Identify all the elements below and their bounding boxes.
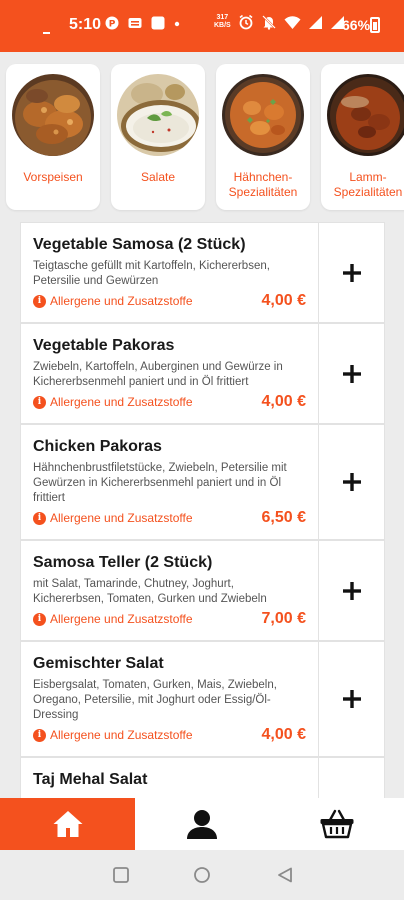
add-to-cart-button[interactable] [318,324,384,423]
allergen-info-link[interactable]: i Allergene und Zusatzstoffe [33,612,193,626]
network-speed: 317 KB/S [214,14,231,29]
menu-item: Taj Mehal Salat [20,757,385,800]
item-name: Vegetable Pakoras [33,337,175,354]
category-card-haehnchen[interactable]: Hähnchen-Spezialitäten [216,64,310,210]
plus-icon [342,473,361,491]
item-name: Gemischter Salat [33,655,164,672]
bottom-navigation [0,798,404,850]
plus-icon [342,263,361,282]
category-label: Hähnchen-Spezialitäten [228,170,298,199]
menu-item: Samosa Teller (2 Stück) mit Salat, Tamar… [20,540,385,641]
recent-apps-button[interactable] [112,866,130,884]
category-card-salate[interactable]: Salate [111,64,205,210]
item-name: Taj Mehal Salat [33,771,148,788]
nav-tab-cart[interactable] [269,798,404,850]
menu-item: Chicken Pakoras Hähnchenbrustfiletstücke… [20,424,385,540]
category-label: Salate [140,170,176,184]
home-icon [53,811,82,837]
user-icon [187,810,217,839]
status-bar: 5:10 P 317 KB/S 66% [0,0,404,52]
info-icon: i [33,612,46,626]
plus-icon [342,581,361,600]
category-label: Lamm-Spezialitäten [333,170,403,199]
add-to-cart-button[interactable] [318,425,384,539]
mute-icon [261,15,276,30]
home-circle-icon [194,867,210,883]
item-price: 7,00 € [261,610,306,627]
allergen-info-link[interactable]: i Allergene und Zusatzstoffe [33,395,193,409]
item-price: 4,00 € [261,292,306,309]
item-description: Eisbergsalat, Tomaten, Gurken, Mais, Zwi… [33,679,277,721]
square-notification-icon [151,16,165,30]
home-button[interactable] [193,866,211,884]
alarm-icon [239,14,253,30]
add-to-cart-button[interactable] [318,541,384,640]
battery-percentage: 66% [342,17,371,33]
allergen-info-link[interactable]: i Allergene und Zusatzstoffe [33,728,193,742]
nav-tab-account[interactable] [135,798,269,850]
item-description: Teigtasche gefüllt mit Kartoffeln, Kiche… [33,260,270,287]
delivery-notification-icon [128,18,142,28]
system-navigation-bar [0,850,404,900]
category-carousel[interactable]: Vorspeisen Salate Hähnchen-Spezialitäten… [0,52,404,220]
allergen-info-link[interactable]: i Allergene und Zusatzstoffe [33,511,193,525]
wifi-icon [284,15,301,29]
nav-tab-home[interactable] [0,798,135,850]
item-price: 6,50 € [261,509,306,526]
category-label: Vorspeisen [23,170,83,184]
notification-dash-icon [43,32,50,34]
menu-item: Vegetable Samosa (2 Stück) Teigtasche ge… [20,222,385,323]
pakora-dish-image [12,74,94,156]
basket-icon [320,809,353,839]
lamb-curry-image [327,74,404,156]
add-to-cart-button[interactable] [318,758,384,800]
menu-item: Gemischter Salat Eisbergsalat, Tomaten, … [20,641,385,757]
plus-icon [342,364,361,383]
chicken-curry-image [222,74,304,156]
app-notification-icon: P [105,16,119,30]
item-price: 4,00 € [261,393,306,410]
category-card-lamm[interactable]: Lamm-Spezialitäten [321,64,404,210]
back-button[interactable] [276,866,294,884]
item-price: 4,00 € [261,726,306,743]
info-icon: i [33,511,46,525]
recent-apps-icon [113,867,129,883]
salad-bowl-image [117,74,199,156]
item-description: mit Salat, Tamarinde, Chutney, Joghurt, … [33,578,267,605]
plus-icon [342,690,361,708]
svg-text:P: P [109,20,116,30]
battery-icon [370,17,380,33]
add-to-cart-button[interactable] [318,642,384,756]
allergen-info-link[interactable]: i Allergene und Zusatzstoffe [33,294,193,308]
item-description: Zwiebeln, Kartoffeln, Auberginen und Gew… [33,361,283,388]
menu-list[interactable]: Vegetable Samosa (2 Stück) Teigtasche ge… [20,222,385,800]
info-icon: i [33,294,46,308]
item-name: Chicken Pakoras [33,438,162,455]
status-time: 5:10 [69,16,102,33]
back-triangle-icon [278,867,292,883]
dot-icon [174,21,180,27]
item-name: Samosa Teller (2 Stück) [33,554,213,571]
info-icon: i [33,395,46,409]
category-card-vorspeisen[interactable]: Vorspeisen [6,64,100,210]
signal-icon [308,15,322,29]
item-name: Vegetable Samosa (2 Stück) [33,236,246,253]
menu-item: Vegetable Pakoras Zwiebeln, Kartoffeln, … [20,323,385,424]
info-icon: i [33,728,46,742]
item-description: Hähnchenbrustfiletstücke, Zwiebeln, Pete… [33,462,287,504]
add-to-cart-button[interactable] [318,223,384,322]
